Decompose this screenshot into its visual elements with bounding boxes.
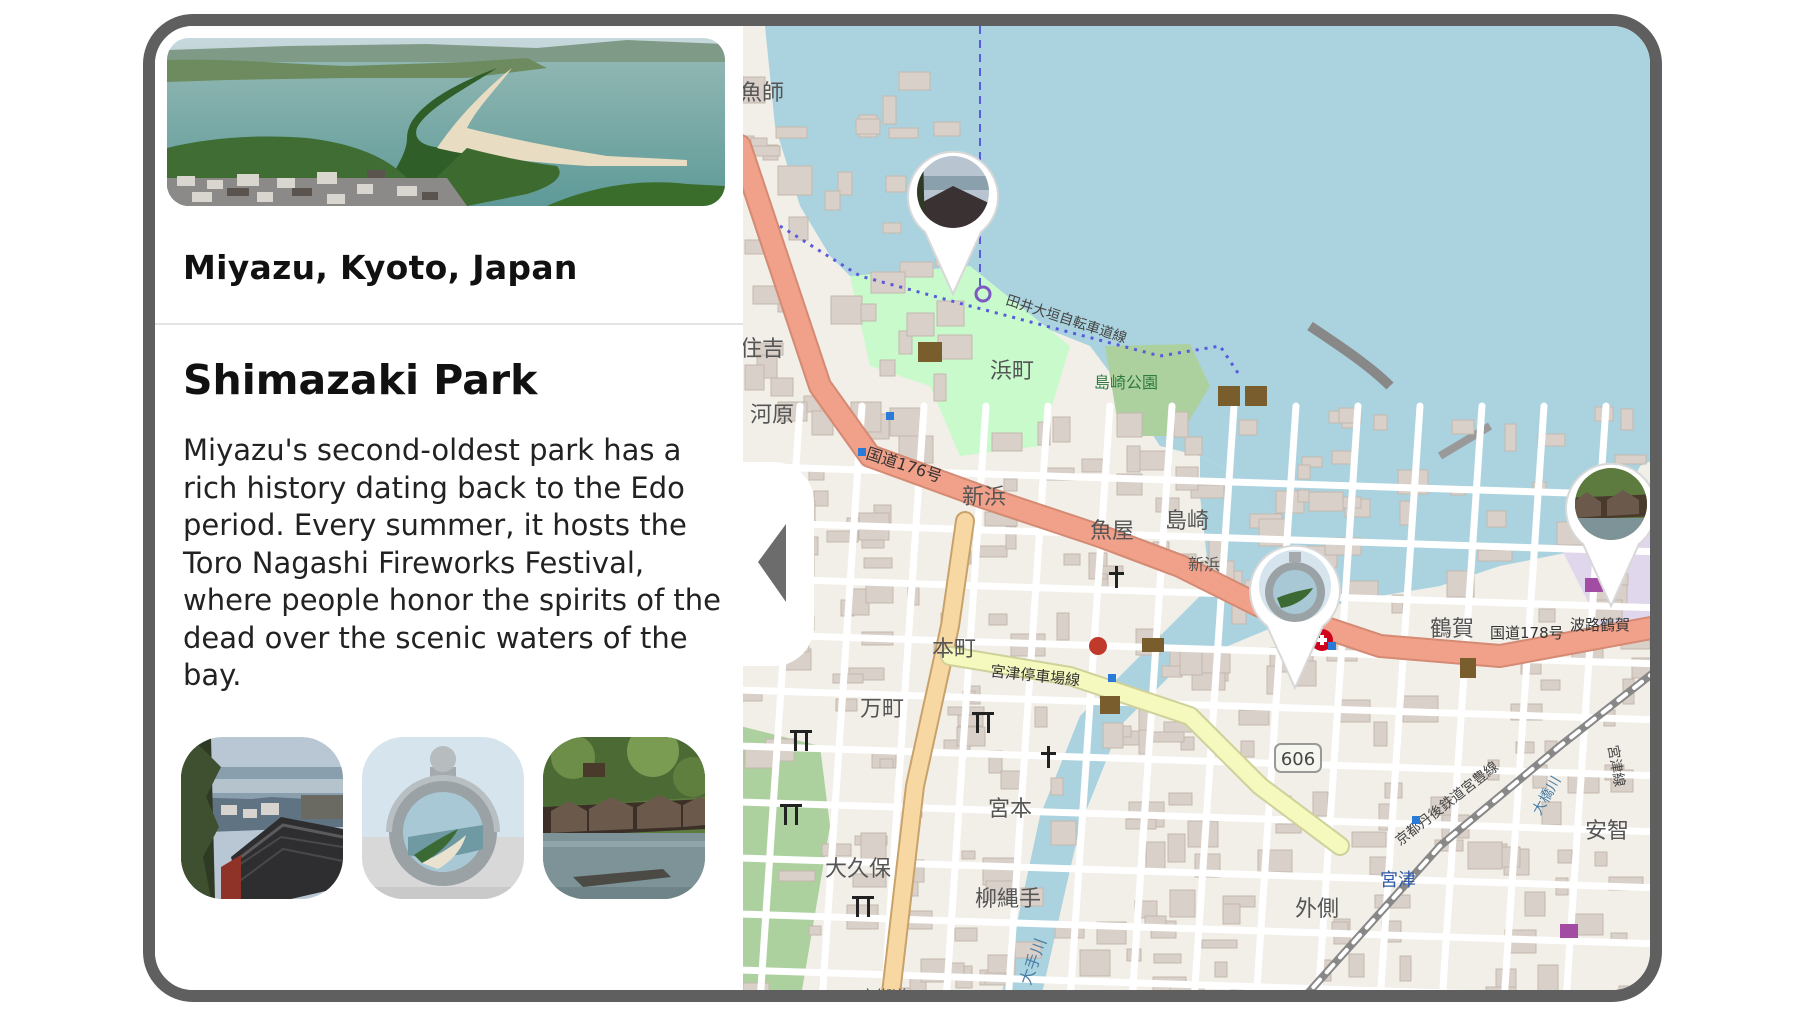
device-frame: Miyazu, Kyoto, Japan Shimazaki Park Miya… [143, 14, 1662, 1002]
map-view[interactable]: 魚師 住吉 河原 浜町 島崎公園 田井大垣自転車道線 国道176号 新浜 魚屋 … [740, 26, 1650, 1002]
temple-photo-pin[interactable] [905, 146, 1001, 297]
map-label-okubo: 大久保 [825, 857, 891, 882]
town-hall-icon [1100, 696, 1120, 714]
map-label-yanagi: 柳縄手 [975, 887, 1041, 912]
hero-photo [167, 38, 725, 206]
map-label-sumiyoshi: 住吉 [740, 337, 784, 362]
place-description: Miyazu's second-oldest park has a rich h… [183, 433, 722, 692]
map-label-harotsuruga: 波路鶴賀 [1570, 616, 1630, 634]
map-label-honmachi: 本町 [932, 637, 976, 662]
chevron-left-icon [758, 524, 786, 602]
map-label-shinhama-2: 新浜 [1188, 555, 1220, 574]
info-panel: Miyazu, Kyoto, Japan Shimazaki Park Miya… [155, 26, 743, 990]
map-label-kawara: 河原 [750, 403, 794, 428]
map-label-manmachi: 万町 [860, 697, 904, 722]
place-title: Shimazaki Park [183, 356, 538, 404]
route-606-shield: 606 [1274, 743, 1322, 773]
map-label-ochi: 安智 [1585, 819, 1629, 844]
map-label-shimazaki-park: 島崎公園 [1094, 373, 1158, 392]
location-label: Miyazu, Kyoto, Japan [183, 248, 578, 287]
thumbnail-temple[interactable] [181, 737, 343, 899]
panel-collapse-tab[interactable] [730, 462, 814, 666]
panel-divider [155, 323, 743, 325]
map-label-fisherman: 魚師 [740, 81, 784, 106]
map-label-miyamoto: 宮本 [988, 797, 1032, 822]
stone-ring-photo-pin[interactable] [1247, 540, 1343, 691]
police-icon [1460, 658, 1476, 678]
court-icon [1142, 638, 1164, 652]
map-label-tsuruga: 鶴賀 [1430, 617, 1474, 642]
thumbnail-stone-ring[interactable] [362, 737, 524, 899]
shopping-cart-icon-2 [1560, 924, 1578, 938]
map-label-miyazu-station: 宮津 [1380, 870, 1416, 891]
fire-station-icon [1089, 637, 1107, 655]
map-label-kyokaido: 京街道 [860, 987, 908, 1002]
map-label-shinhama: 新浜 [962, 485, 1006, 510]
thumbnail-boathouses[interactable] [543, 737, 705, 899]
svg-text:606: 606 [1281, 749, 1315, 770]
map-label-uoya: 魚屋 [1090, 519, 1134, 544]
map-label-hamamachi: 浜町 [990, 359, 1034, 384]
map-label-sotogawa: 外側 [1295, 897, 1339, 922]
map-label-route178: 国道178号 [1490, 624, 1564, 642]
library-icon [918, 342, 942, 362]
boathouse-photo-pin[interactable] [1563, 458, 1650, 609]
map-label-shimazaki: 島崎 [1165, 509, 1209, 534]
